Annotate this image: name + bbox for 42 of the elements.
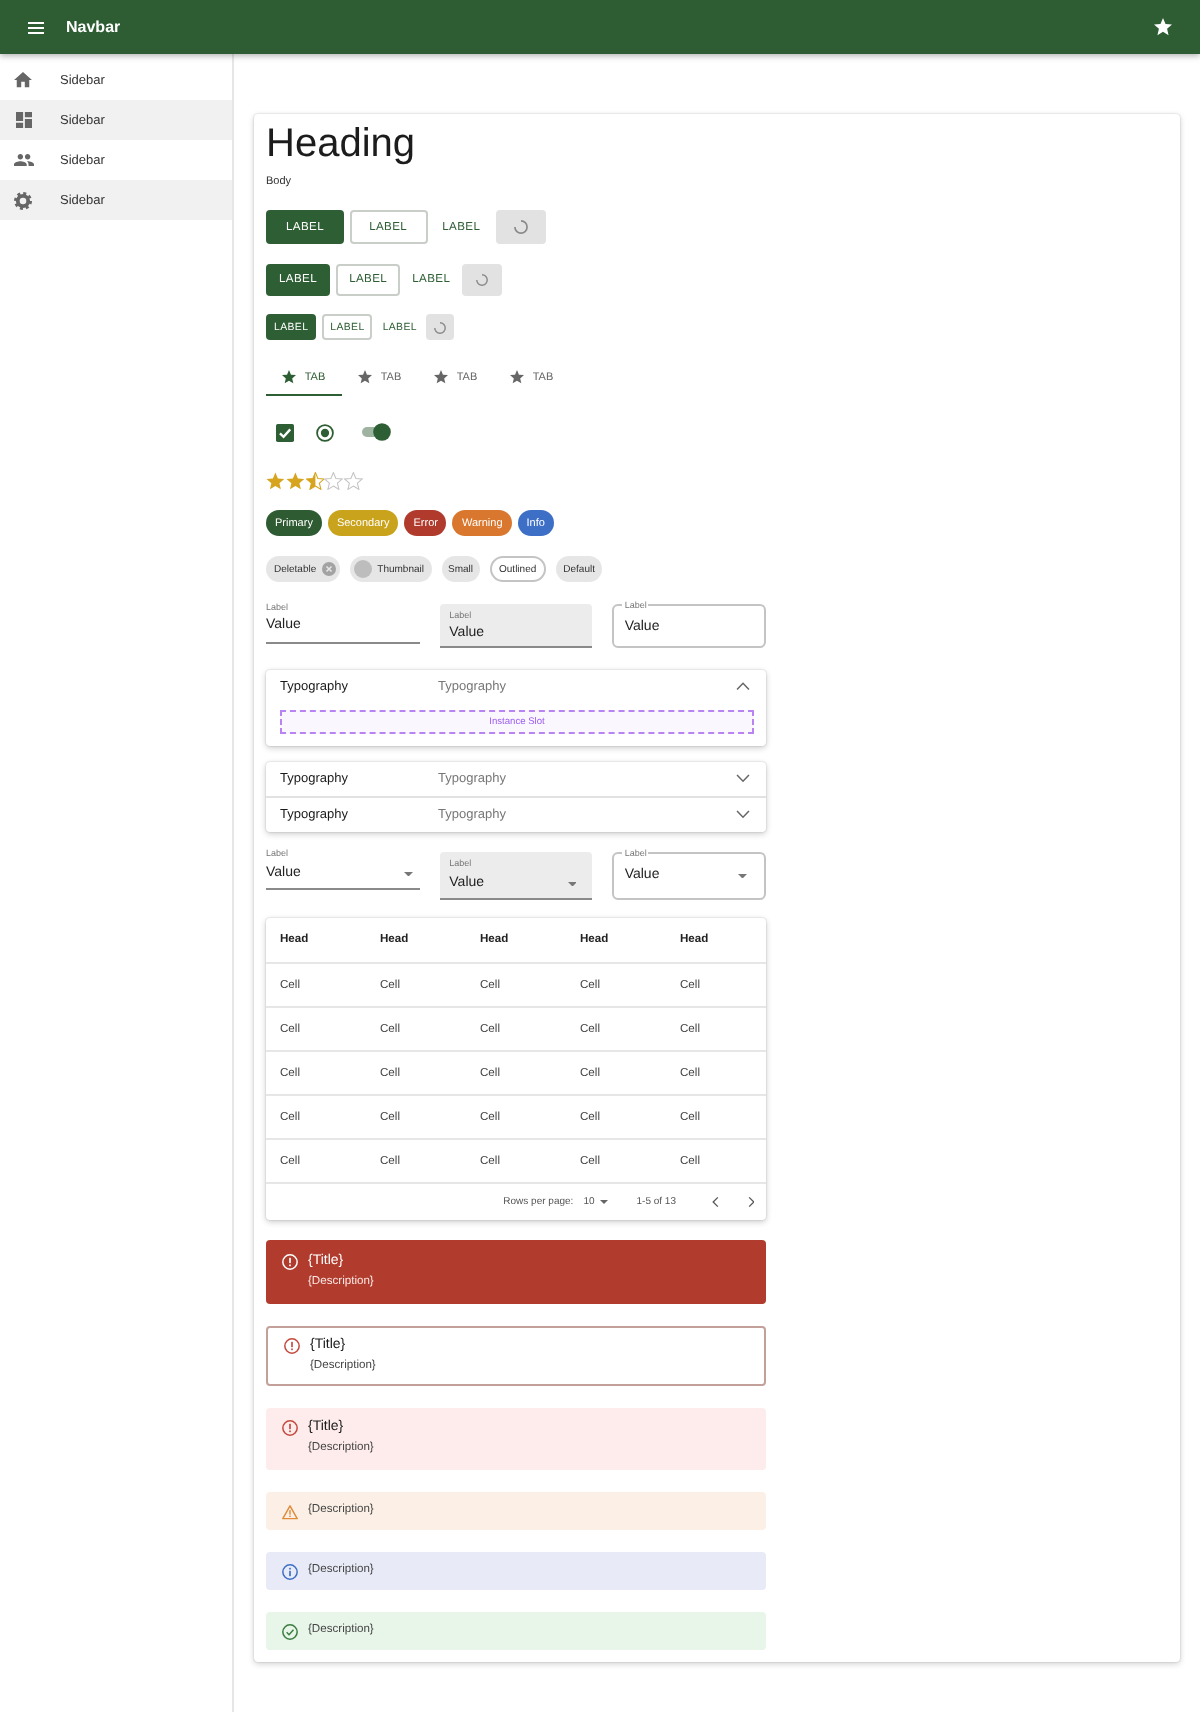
star-icon [434,370,449,384]
check-circle-icon [282,1623,298,1639]
spinner-icon [513,220,528,234]
info-icon [282,1563,298,1579]
checkbox[interactable] [276,423,294,441]
caret-icon [567,881,577,887]
exclamation-circle-icon [282,1420,298,1436]
avatar-icon [353,560,372,578]
star-icon [358,370,373,384]
loading-button[interactable] [426,314,455,340]
exclamation-circle-icon [284,1338,300,1354]
heading: Heading [266,120,418,168]
menu-icon[interactable] [28,21,44,33]
star-icon [510,370,525,384]
home-icon [14,72,32,88]
gear-icon [14,191,32,209]
star-icon [282,370,297,384]
chevron-down-icon[interactable] [736,810,750,820]
loading-button[interactable] [495,210,546,244]
star-icon [285,471,305,489]
spinner-icon [476,274,489,286]
toggle-switch[interactable] [360,422,392,442]
star-outline-icon [344,471,364,489]
star-icon[interactable] [1154,18,1172,36]
caret-icon [404,871,414,877]
star-outline-icon [324,471,344,489]
star-rating[interactable] [266,470,364,490]
star-icon [266,471,285,489]
dashboard-icon [15,112,31,128]
chevron-right-icon[interactable] [747,1196,754,1208]
radio-button[interactable] [316,423,334,441]
navbar-title: Navbar [66,18,121,36]
half-star-icon [305,471,324,489]
exclamation-circle-icon [282,1254,298,1270]
chevron-down-icon[interactable] [736,774,750,784]
warning-triangle-icon [282,1503,298,1519]
caret-icon [600,1200,609,1204]
chevron-up-icon[interactable] [736,681,750,691]
people-icon [13,153,33,167]
caret-icon [738,873,748,879]
chevron-left-icon[interactable] [712,1196,719,1208]
spinner-icon [434,321,447,333]
